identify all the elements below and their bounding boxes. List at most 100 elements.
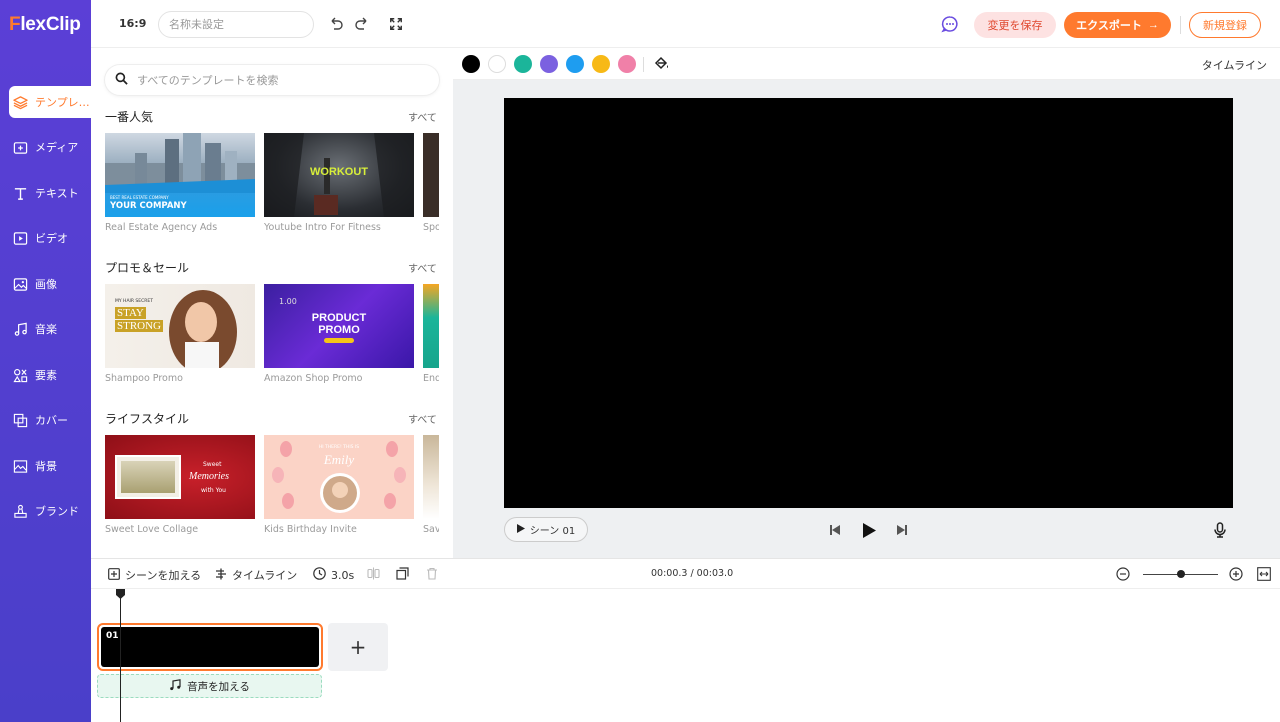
template-thumb-partial[interactable] xyxy=(423,435,439,519)
add-audio-button[interactable]: 音声を加える xyxy=(97,674,322,698)
color-swatch[interactable] xyxy=(488,55,506,73)
sidebar-item-cover[interactable]: カバー xyxy=(0,404,91,436)
thumb-overlay-small: 1.00 xyxy=(279,297,297,306)
cover-icon xyxy=(13,413,28,428)
colorbar-divider xyxy=(643,57,644,72)
color-swatch[interactable] xyxy=(514,55,532,73)
template-caption: Sav xyxy=(423,524,439,535)
template-caption: Shampoo Promo xyxy=(105,373,183,384)
chat-icon[interactable] xyxy=(941,15,959,33)
brand-icon xyxy=(13,504,28,519)
template-thumb-partial[interactable] xyxy=(423,284,439,368)
project-title-input[interactable] xyxy=(158,11,314,38)
background-color-bar: タイムライン xyxy=(453,48,1280,80)
search-icon xyxy=(115,72,128,88)
save-changes-button[interactable]: 変更を保存 xyxy=(974,12,1056,38)
undo-icon[interactable] xyxy=(327,15,345,33)
thumb-overlay-text-2: PROMO xyxy=(318,324,360,336)
see-all-lifestyle-link[interactable]: すべて xyxy=(408,411,437,426)
toolbar-divider xyxy=(1180,16,1181,34)
template-caption: Sweet Love Collage xyxy=(105,524,199,535)
see-all-promo-link[interactable]: すべて xyxy=(408,260,437,275)
signup-button[interactable]: 新規登録 xyxy=(1189,12,1261,38)
template-caption: Amazon Shop Promo xyxy=(264,373,363,384)
fullscreen-icon[interactable] xyxy=(387,15,405,33)
sidebar-item-image[interactable]: 画像 xyxy=(0,268,91,300)
elements-icon xyxy=(13,368,28,383)
play-icon xyxy=(516,523,525,536)
sidebar-item-media[interactable]: メディア xyxy=(0,131,91,163)
fit-timeline-icon[interactable] xyxy=(1257,567,1271,581)
template-thumb-fitness[interactable]: WORKOUT xyxy=(264,133,414,217)
skip-forward-icon[interactable] xyxy=(894,522,910,538)
aspect-ratio-selector[interactable]: 16:9 xyxy=(119,17,146,30)
add-clip-button[interactable]: + xyxy=(328,623,388,671)
clock-icon xyxy=(313,567,326,583)
thumb-overlay-text: PRODUCT xyxy=(311,312,367,324)
scene-duration-button[interactable]: 3.0s xyxy=(313,567,354,583)
paint-bucket-icon[interactable] xyxy=(653,55,670,75)
sidebar-item-templates[interactable]: テンプレ… xyxy=(9,86,91,118)
section-title-lifestyle: ライフスタイル xyxy=(105,412,190,426)
music-note-icon xyxy=(169,678,181,694)
trash-icon[interactable] xyxy=(426,567,438,580)
export-button[interactable]: エクスポート → xyxy=(1064,12,1171,38)
color-swatch[interactable] xyxy=(462,55,480,73)
thumb-overlay-text: STAY xyxy=(115,307,146,319)
section-title-popular: 一番人気 xyxy=(105,110,154,124)
template-thumb-partial[interactable] xyxy=(423,133,439,217)
thumb-overlay-text-2: with You xyxy=(201,487,226,494)
redo-icon[interactable] xyxy=(353,15,371,33)
thumb-overlay-small: Sweet xyxy=(203,461,222,468)
timeline-toolbar: シーンを加える タイムライン 3.0s 00:00.3 / 00:03.0 xyxy=(91,558,1280,589)
play-icon[interactable] xyxy=(861,522,877,538)
template-thumb-real-estate[interactable]: BEST REAL ESTATE COMPANY YOUR COMPANY xyxy=(105,133,255,217)
template-search-box[interactable]: すべてのテンプレートを検索 xyxy=(105,65,439,95)
thumb-overlay-text-2: STRONG xyxy=(115,320,164,332)
skip-back-icon[interactable] xyxy=(827,522,843,538)
zoom-slider-handle[interactable] xyxy=(1176,570,1185,578)
template-thumb-love-collage[interactable]: Sweet Memories with You xyxy=(105,435,255,519)
split-icon[interactable] xyxy=(367,567,380,580)
timeline-toggle[interactable]: タイムライン xyxy=(1202,57,1267,73)
timeline-button[interactable]: タイムライン xyxy=(215,567,297,583)
sidebar-item-music[interactable]: 音楽 xyxy=(0,313,91,345)
duplicate-icon[interactable] xyxy=(396,567,409,580)
microphone-icon[interactable] xyxy=(1212,522,1228,538)
color-swatch[interactable] xyxy=(566,55,584,73)
thumb-overlay-text: Memories xyxy=(189,471,229,482)
scene-clip[interactable]: 01 xyxy=(97,623,323,671)
video-canvas[interactable] xyxy=(504,98,1233,508)
thumb-overlay-text: YOUR COMPANY xyxy=(110,201,187,211)
sidebar-item-text[interactable]: テキスト xyxy=(0,177,91,209)
sidebar-item-brand[interactable]: ブランド xyxy=(0,495,91,527)
flexclip-logo[interactable]: FlexClip xyxy=(9,14,81,36)
media-icon xyxy=(13,140,28,155)
play-scene-button[interactable]: シーン 01 xyxy=(504,517,588,542)
sidebar: FlexClip テンプレ… メディア テキスト ビデオ 画像 音楽 要素 カバ… xyxy=(0,0,91,722)
thumb-overlay-text: WORKOUT xyxy=(309,166,369,178)
preview-stage: シーン 01 xyxy=(453,80,1280,558)
layers-icon xyxy=(13,95,28,110)
playhead[interactable] xyxy=(120,593,121,722)
color-swatch[interactable] xyxy=(540,55,558,73)
sidebar-item-elements[interactable]: 要素 xyxy=(0,359,91,391)
color-swatch[interactable] xyxy=(618,55,636,73)
sidebar-item-video[interactable]: ビデオ xyxy=(0,222,91,254)
template-thumb-amazon-promo[interactable]: 1.00 PRODUCT PROMO xyxy=(264,284,414,368)
video-icon xyxy=(13,231,28,246)
template-thumb-birthday[interactable]: HI THERE! THIS IS Emily xyxy=(264,435,414,519)
thumb-overlay-small: HI THERE! THIS IS xyxy=(318,445,360,450)
add-scene-button[interactable]: シーンを加える xyxy=(108,567,201,583)
sidebar-item-background[interactable]: 背景 xyxy=(0,450,91,482)
zoom-in-icon[interactable] xyxy=(1229,567,1243,581)
color-swatch[interactable] xyxy=(592,55,610,73)
image-icon xyxy=(13,277,28,292)
thumb-overlay-small: MY HAIR SECRET xyxy=(115,299,153,304)
template-caption: Kids Birthday Invite xyxy=(264,524,357,535)
timeline-icon xyxy=(215,568,227,583)
timeline-track-area: 01 + 音声を加える xyxy=(91,589,1280,722)
see-all-popular-link[interactable]: すべて xyxy=(408,109,437,124)
template-thumb-shampoo[interactable]: MY HAIR SECRET STAY STRONG xyxy=(105,284,255,368)
zoom-out-icon[interactable] xyxy=(1116,567,1130,581)
